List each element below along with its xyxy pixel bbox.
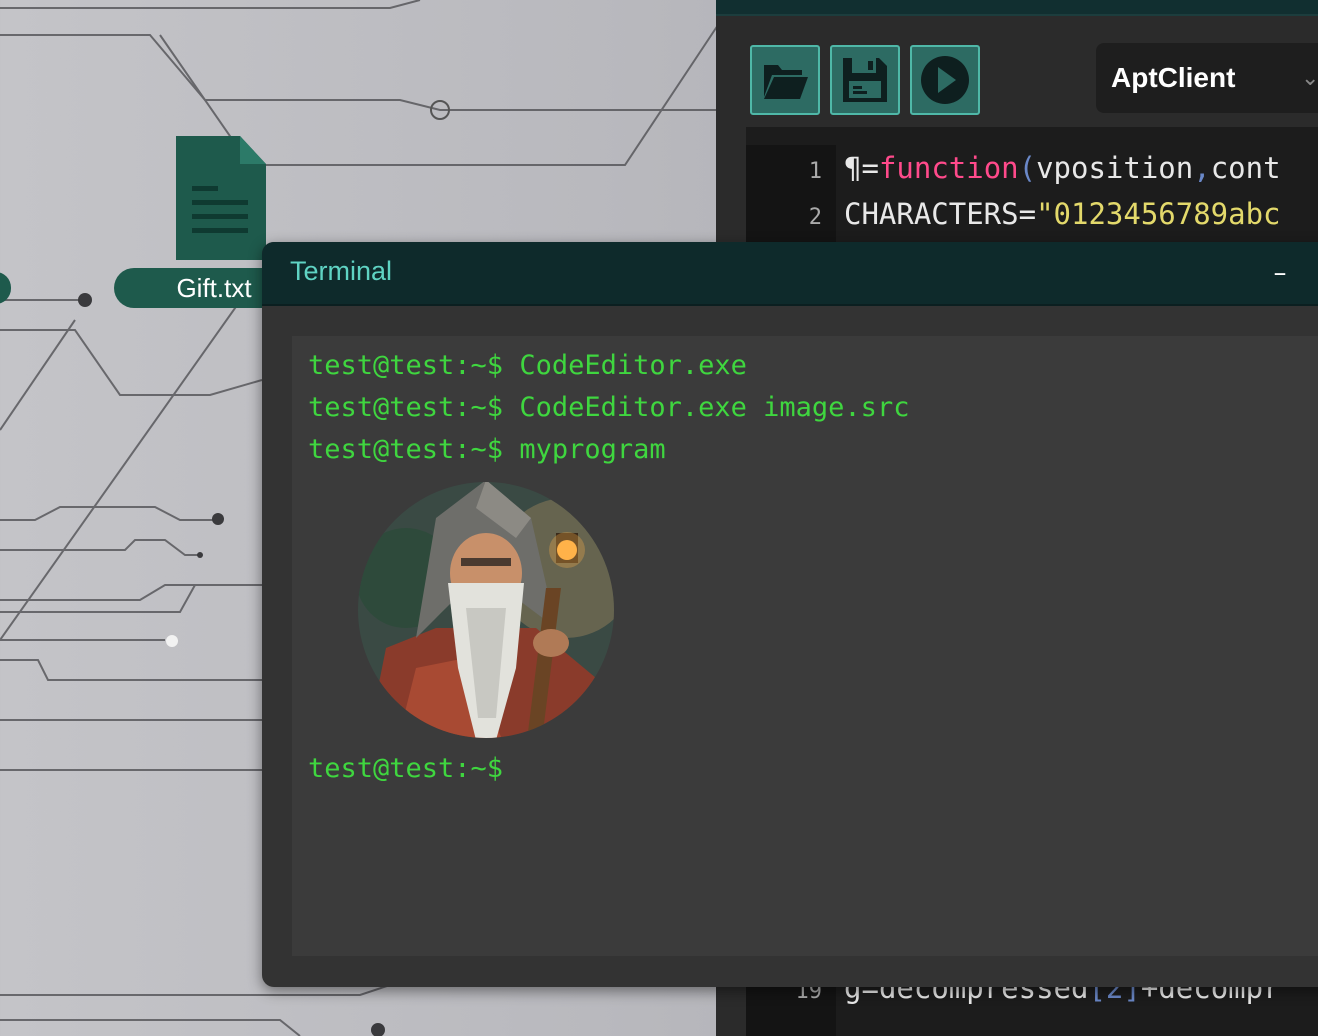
terminal-line: test@test:~$ CodeEditor.exe image.src bbox=[308, 392, 910, 423]
line-number: 1 bbox=[808, 159, 822, 184]
code-token: cont bbox=[1210, 151, 1281, 185]
terminal-window: Terminal – test@test:~$ CodeEditor.exe t… bbox=[262, 242, 1318, 987]
code-token: CHARACTERS bbox=[844, 197, 1019, 231]
code-tokens: ¶=function(vposition,cont bbox=[844, 151, 1281, 185]
code-token: vposition bbox=[1036, 151, 1194, 185]
terminal-output[interactable]: test@test:~$ CodeEditor.exe test@test:~$… bbox=[292, 336, 1318, 956]
chevron-down-icon: ⌄ bbox=[1301, 65, 1318, 90]
code-token: ( bbox=[1018, 151, 1037, 185]
code-token: , bbox=[1193, 151, 1211, 185]
code-token: = bbox=[861, 151, 879, 185]
code-tokens: CHARACTERS="0123456789abc bbox=[844, 197, 1281, 231]
code-line[interactable]: 2 CHARACTERS="0123456789abc bbox=[746, 191, 1281, 237]
line-number: 2 bbox=[808, 205, 822, 230]
code-token: function bbox=[878, 151, 1019, 185]
folder-open-icon bbox=[764, 65, 808, 99]
code-line[interactable]: 1 ¶=function(vposition,cont bbox=[746, 145, 1281, 191]
terminal-line: test@test:~$ CodeEditor.exe bbox=[308, 350, 747, 381]
code-token: "0123456789abc bbox=[1036, 197, 1281, 231]
project-select[interactable]: AptClient ⌄ bbox=[1096, 43, 1318, 113]
terminal-titlebar[interactable]: Terminal – bbox=[262, 242, 1318, 306]
terminal-title: Terminal bbox=[290, 256, 393, 286]
code-token: = bbox=[1018, 197, 1037, 231]
editor-titlebar[interactable] bbox=[716, 0, 1318, 16]
save-file-button[interactable] bbox=[830, 45, 900, 115]
document-icon[interactable] bbox=[172, 136, 268, 260]
minimize-button[interactable]: – bbox=[1262, 258, 1298, 288]
run-button[interactable] bbox=[910, 45, 980, 115]
code-token: ¶ bbox=[844, 151, 862, 185]
open-file-button[interactable] bbox=[750, 45, 820, 115]
project-select-value: AptClient bbox=[1111, 62, 1236, 93]
play-icon bbox=[921, 56, 969, 104]
terminal-line: test@test:~$ myprogram bbox=[308, 434, 666, 465]
terminal-prompt: test@test:~$ bbox=[308, 753, 504, 784]
floppy-disk-icon bbox=[843, 58, 887, 102]
wizard-portrait-image bbox=[358, 482, 614, 738]
